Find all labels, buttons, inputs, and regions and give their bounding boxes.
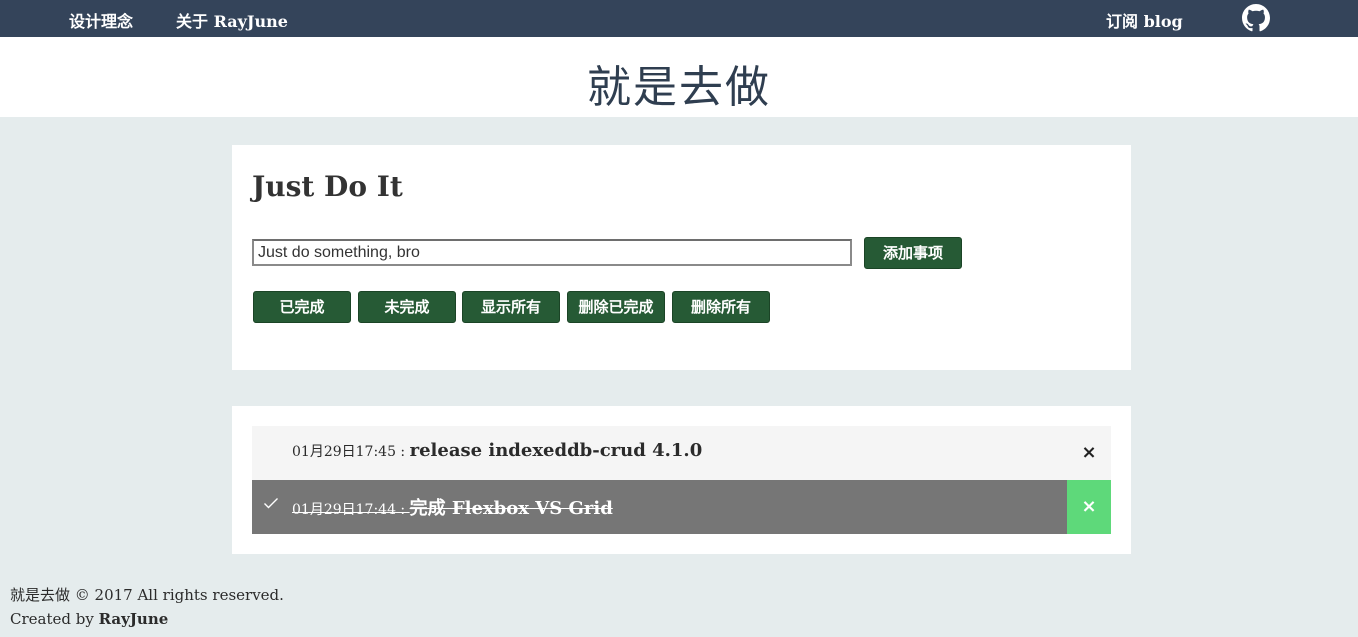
show-undone-button[interactable]: 未完成 [358,291,456,323]
nav-link-subscribe[interactable]: 订阅 blog [1106,8,1183,32]
delete-todo-button[interactable]: × [1067,426,1111,480]
site-footer: 就是去做 © 2017 All rights reserved. Created… [10,583,284,631]
footer-created-by: Created by [10,610,99,628]
top-nav: 设计理念 关于 RayJune 订阅 blog [0,0,1358,37]
checkmark-icon [264,498,278,509]
nav-link-about[interactable]: 关于 RayJune [176,8,288,32]
todo-separator: : [395,502,410,518]
add-todo-button[interactable]: 添加事项 [864,237,962,269]
delete-todo-button[interactable]: × [1067,480,1111,534]
todo-separator: : [395,444,410,460]
todo-content: 完成 Flexbox VS Grid [409,498,613,519]
footer-credit: Created by RayJune [10,607,284,631]
todo-item-done[interactable]: 01月29日17:44 : 完成 Flexbox VS Grid × [252,480,1111,534]
nav-link-design[interactable]: 设计理念 [69,8,133,32]
todo-form-card: Just Do It 添加事项 已完成 未完成 显示所有 删除已完成 删除所有 [232,145,1131,370]
footer-copyright: 就是去做 © 2017 All rights reserved. [10,586,284,604]
todo-input[interactable] [252,239,852,266]
site-header: 就是去做 [0,37,1358,117]
todo-text: 01月29日17:44 : 完成 Flexbox VS Grid [292,494,613,520]
todo-item[interactable]: 01月29日17:45 : release indexeddb-crud 4.1… [252,426,1111,480]
delete-all-button[interactable]: 删除所有 [672,291,770,323]
todo-list-card: 01月29日17:45 : release indexeddb-crud 4.1… [232,406,1131,554]
github-icon[interactable] [1242,4,1270,32]
todo-text: 01月29日17:45 : release indexeddb-crud 4.1… [292,440,702,461]
show-all-button[interactable]: 显示所有 [462,291,560,323]
show-done-button[interactable]: 已完成 [253,291,351,323]
form-title: Just Do It [252,170,403,203]
todo-time: 01月29日17:44 [292,502,396,518]
delete-done-button[interactable]: 删除已完成 [567,291,665,323]
site-title: 就是去做 [587,62,771,113]
footer-author-link[interactable]: RayJune [99,610,169,628]
todo-content: release indexeddb-crud 4.1.0 [409,440,703,461]
todo-time: 01月29日17:45 [292,444,396,460]
